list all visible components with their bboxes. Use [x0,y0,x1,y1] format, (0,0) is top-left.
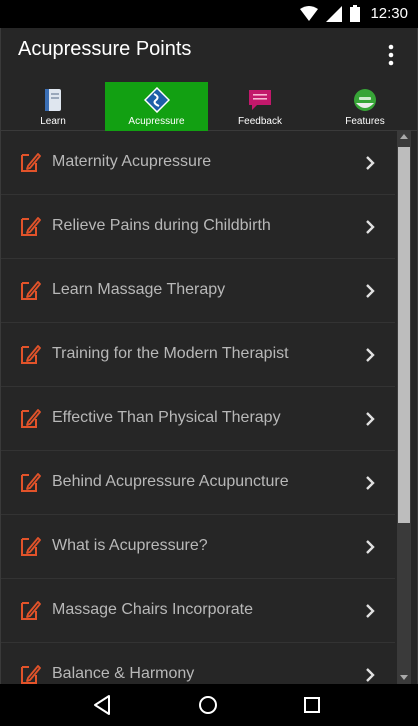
signal-icon [326,5,343,22]
back-icon[interactable] [90,693,114,717]
navigation-bar [0,684,418,726]
list-item-label: Massage Chairs Incorporate [52,601,253,618]
status-time: 12:30 [370,5,408,22]
scroll-down-arrow-icon[interactable] [400,675,408,680]
list-item[interactable]: Training for the Modern Therapist [1,323,395,387]
list-item-label: Behind Acupressure Acupuncture [52,473,289,490]
tab-feedback-label: Feedback [238,116,282,127]
list-item[interactable]: Behind Acupressure Acupuncture [1,451,395,515]
list-item-label: Balance & Harmony [52,665,195,682]
chevron-right-icon[interactable] [363,411,377,427]
battery-icon [350,5,361,22]
edit-note-icon [21,345,41,364]
chevron-right-icon[interactable] [363,347,377,363]
tab-acupressure[interactable]: Acupressure [105,82,208,131]
edit-note-icon [21,665,41,684]
overflow-menu-icon[interactable] [379,40,403,70]
list-item-label: Relieve Pains during Childbirth [52,217,271,234]
chevron-right-icon[interactable] [363,155,377,171]
edit-note-icon [21,601,41,620]
acupressure-icon [143,87,170,113]
book-icon [45,89,61,111]
chevron-right-icon[interactable] [363,603,377,619]
list-item[interactable]: Maternity Acupressure [1,131,395,195]
app-bar: Acupressure Points [0,28,418,82]
scroll-up-arrow-icon[interactable] [400,134,408,139]
list-item[interactable]: Effective Than Physical Therapy [1,387,395,451]
list-item-label: Learn Massage Therapy [52,281,226,298]
chevron-right-icon[interactable] [363,283,377,299]
list-item[interactable]: Relieve Pains during Childbirth [1,195,395,259]
status-icons: 12:30 [300,5,408,22]
recents-icon[interactable] [300,693,324,717]
chat-bubble-icon [249,90,271,110]
list-item-label: Maternity Acupressure [52,153,212,170]
list-item-label: Effective Than Physical Therapy [52,409,281,426]
tab-features-label: Features [345,116,385,127]
edit-note-icon [21,153,41,172]
list-item[interactable]: What is Acupressure? [1,515,395,579]
home-icon[interactable] [196,693,220,717]
tab-features[interactable]: Features [312,82,418,131]
edit-note-icon [21,409,41,428]
app-title: Acupressure Points [18,38,192,60]
edit-note-icon [21,537,41,556]
list-item[interactable]: Massage Chairs Incorporate [1,579,395,643]
list-item-label: Training for the Modern Therapist [52,345,289,362]
tab-learn[interactable]: Learn [1,82,105,131]
chevron-right-icon[interactable] [363,539,377,555]
scroll-thumb[interactable] [398,147,410,523]
tab-acupressure-label: Acupressure [128,116,185,127]
sticker-icon [354,89,376,111]
list-item-label: What is Acupressure? [52,537,208,554]
list-item[interactable]: Learn Massage Therapy [1,259,395,323]
chevron-right-icon[interactable] [363,667,377,683]
edit-note-icon [21,473,41,492]
status-bar: 12:30 [0,0,418,28]
tab-feedback[interactable]: Feedback [208,82,312,131]
edit-note-icon [21,281,41,300]
tab-bar: Learn Acupressure Feedback Features [0,82,418,131]
wifi-icon [300,5,319,21]
list-item[interactable]: Balance & Harmony [1,643,395,684]
scrollbar[interactable] [397,131,411,684]
edit-note-icon [21,217,41,236]
chevron-right-icon[interactable] [363,219,377,235]
tab-learn-label: Learn [40,116,66,127]
chevron-right-icon[interactable] [363,475,377,491]
topic-list: Maternity Acupressure Relieve Pains durin… [0,131,418,684]
